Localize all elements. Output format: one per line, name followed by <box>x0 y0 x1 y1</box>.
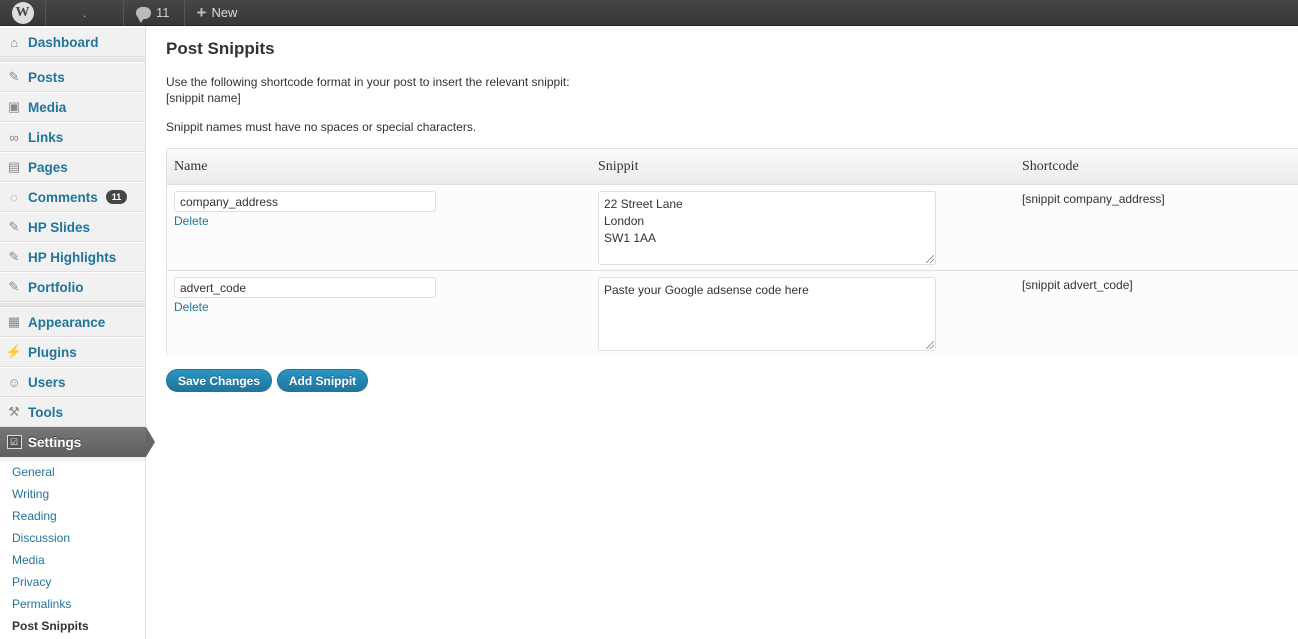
submenu-post-snippits[interactable]: Post Snippits <box>12 619 89 633</box>
submenu-media[interactable]: Media <box>12 553 45 567</box>
menu-item-comments[interactable]: ◌ Comments 11 <box>0 182 145 212</box>
menu-item-hp-highlights[interactable]: ✎ HP Highlights <box>0 242 145 272</box>
pin-icon: ✎ <box>8 219 20 234</box>
shortcode-format: [snippit name] <box>166 91 241 105</box>
submenu-permalinks[interactable]: Permalinks <box>12 597 71 611</box>
menu-label: Posts <box>28 69 65 85</box>
comment-icon: ◌ <box>10 189 18 205</box>
pin-icon: ✎ <box>8 249 20 264</box>
intro-text: Use the following shortcode format in yo… <box>166 75 570 89</box>
header-name: Name <box>174 159 208 174</box>
users-icon: ☺ <box>7 374 21 390</box>
menu-item-plugins[interactable]: ⚡ Plugins <box>0 337 145 367</box>
shortcode-value: [snippit advert_code] <box>1022 278 1133 292</box>
resize-handle[interactable] <box>926 255 934 263</box>
table-row: Delete Paste your Google adsense code he… <box>167 271 1298 357</box>
pin-icon: ✎ <box>8 279 20 294</box>
menu-item-settings[interactable]: ☑ Settings <box>0 427 155 457</box>
pages-icon: ▤ <box>7 159 21 174</box>
home-icon: ⌂ <box>10 34 18 50</box>
menu-label: HP Slides <box>28 219 91 235</box>
comments-link[interactable]: 11 <box>124 0 185 26</box>
menu-label: Comments <box>28 189 98 205</box>
menu-label: HP Highlights <box>28 249 117 265</box>
snippit-name-input[interactable] <box>174 191 436 212</box>
delete-link[interactable]: Delete <box>174 214 209 228</box>
header-shortcode: Shortcode <box>1022 159 1079 174</box>
table-header: Name Snippit Shortcode <box>167 149 1298 185</box>
menu-label: Appearance <box>28 314 106 330</box>
menu-item-hp-slides[interactable]: ✎ HP Slides <box>0 212 145 242</box>
menu-label: Settings <box>28 434 82 450</box>
plus-icon: + <box>196 3 207 22</box>
menu-item-users[interactable]: ☺ Users <box>0 367 145 397</box>
media-icon: ▣ <box>7 99 21 114</box>
plugin-icon: ⚡ <box>5 344 23 359</box>
menu-label: Links <box>28 129 64 145</box>
menu-label: Portfolio <box>28 279 84 295</box>
menu-item-posts[interactable]: ✎ Posts <box>0 62 145 92</box>
settings-submenu: General Writing Reading Discussion Media… <box>0 461 145 639</box>
add-snippit-button[interactable]: Add Snippit <box>277 369 368 392</box>
site-name-link[interactable]: . <box>46 0 124 26</box>
site-name: . <box>82 5 87 20</box>
delete-link[interactable]: Delete <box>174 300 209 314</box>
menu-item-links[interactable]: ∞ Links <box>0 122 145 152</box>
save-changes-button[interactable]: Save Changes <box>166 369 272 392</box>
pin-icon: ✎ <box>8 69 20 84</box>
snippits-table: Name Snippit Shortcode Delete 22 Street … <box>166 148 1298 357</box>
menu-label: Media <box>28 99 67 115</box>
new-content-menu[interactable]: + New <box>185 0 250 26</box>
link-icon: ∞ <box>9 129 19 145</box>
menu-item-media[interactable]: ▣ Media <box>0 92 145 122</box>
comments-badge: 11 <box>105 190 128 204</box>
admin-bar: W . 11 + New <box>0 0 1298 26</box>
submenu-privacy[interactable]: Privacy <box>12 575 51 589</box>
comments-count: 11 <box>156 5 170 20</box>
settings-icon: ☑ <box>6 434 22 450</box>
tools-icon: ⚒ <box>8 404 20 419</box>
menu-label: Users <box>28 374 66 390</box>
submenu-reading[interactable]: Reading <box>12 509 57 523</box>
submenu-general[interactable]: General <box>12 465 55 479</box>
menu-item-appearance[interactable]: ▦ Appearance <box>0 307 145 337</box>
menu-item-portfolio[interactable]: ✎ Portfolio <box>0 272 145 302</box>
page-title: Post Snippits <box>166 39 275 58</box>
menu-label: Plugins <box>28 344 77 360</box>
menu-item-dashboard[interactable]: ⌂ Dashboard <box>0 27 145 57</box>
menu-label: Pages <box>28 159 68 175</box>
shortcode-value: [snippit company_address] <box>1022 192 1165 206</box>
snippit-textarea[interactable]: Paste your Google adsense code here <box>598 277 936 351</box>
wordpress-logo-icon: W <box>11 1 34 24</box>
submenu-discussion[interactable]: Discussion <box>12 531 70 545</box>
header-snippit: Snippit <box>598 159 639 174</box>
menu-item-tools[interactable]: ⚒ Tools <box>0 397 145 427</box>
comment-bubble-icon <box>136 6 151 23</box>
submenu-writing[interactable]: Writing <box>12 487 49 501</box>
admin-sidebar: ⌂ Dashboard ✎ Posts ▣ Media ∞ Links ▤ Pa… <box>0 27 155 639</box>
new-label: New <box>211 5 238 20</box>
menu-label: Dashboard <box>28 34 99 50</box>
wordpress-logo-menu[interactable]: W <box>0 0 46 26</box>
appearance-icon: ▦ <box>7 314 21 329</box>
snippit-name-input[interactable] <box>174 277 436 298</box>
menu-item-pages[interactable]: ▤ Pages <box>0 152 145 182</box>
resize-handle[interactable] <box>926 341 934 349</box>
snippit-textarea[interactable]: 22 Street Lane London SW1 1AA <box>598 191 936 265</box>
table-row: Delete 22 Street Lane London SW1 1AA [sn… <box>167 185 1298 271</box>
naming-note: Snippit names must have no spaces or spe… <box>166 120 477 134</box>
menu-label: Tools <box>28 404 63 420</box>
